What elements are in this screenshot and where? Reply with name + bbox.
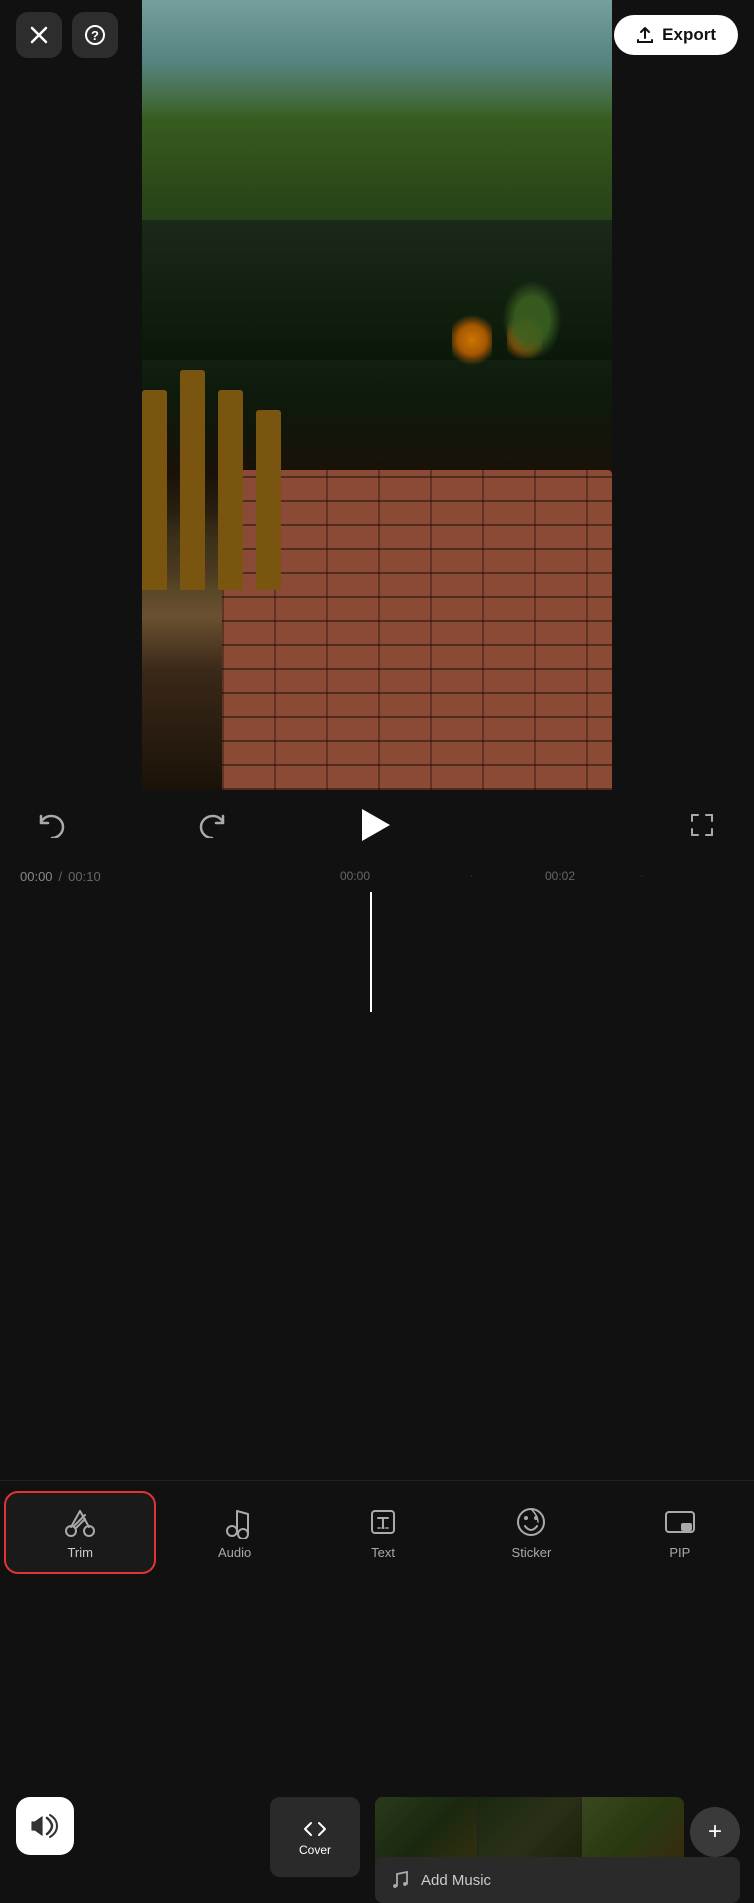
video-preview [142, 0, 612, 790]
help-button[interactable]: ? [72, 12, 118, 58]
add-clip-button[interactable]: + [690, 1807, 740, 1857]
toolbar-item-audio[interactable]: Audio [160, 1493, 308, 1572]
pip-label: PIP [669, 1545, 690, 1560]
current-time: 00:00 [20, 869, 53, 884]
add-clip-icon: + [708, 1818, 722, 1846]
help-icon: ? [85, 25, 105, 45]
lantern-glow [452, 310, 492, 370]
audio-icon [218, 1505, 252, 1539]
total-time: 00:10 [68, 869, 101, 884]
export-icon [636, 26, 654, 44]
toolbar-item-text[interactable]: Text [309, 1493, 457, 1572]
audio-volume-button[interactable] [16, 1797, 74, 1855]
text-icon [366, 1505, 400, 1539]
toolbar-item-pip[interactable]: PIP [606, 1493, 754, 1572]
speaker-icon [30, 1813, 60, 1839]
music-note-icon [389, 1870, 411, 1890]
marker-2: 00:02 [545, 869, 575, 883]
controls-bar [0, 790, 754, 860]
cover-clip[interactable]: Cover [270, 1797, 360, 1877]
fence-post-3 [218, 390, 243, 590]
fence-post-4 [256, 410, 281, 590]
export-button[interactable]: Export [614, 15, 738, 55]
left-panel [0, 0, 142, 800]
top-bar-left: ? [16, 12, 118, 58]
fence-area [142, 310, 307, 590]
marker-0: 00:00 [340, 869, 370, 883]
undo-button[interactable] [30, 803, 74, 847]
fence-post-2 [180, 370, 205, 590]
close-icon [30, 26, 48, 44]
audio-label: Audio [218, 1545, 251, 1560]
sticker-label: Sticker [512, 1545, 552, 1560]
redo-button[interactable] [190, 803, 234, 847]
trim-icon [63, 1505, 97, 1539]
play-icon [362, 809, 390, 841]
dot-2: · [640, 871, 643, 882]
timeline-area: 00:00 / 00:10 00:00 · 00:02 · Cover [0, 860, 754, 1480]
right-panel [612, 0, 754, 800]
fullscreen-icon [688, 811, 716, 839]
play-button[interactable] [349, 800, 399, 850]
cover-arrows-icon [303, 1817, 327, 1839]
video-background [142, 0, 612, 790]
text-label: Text [371, 1545, 395, 1560]
svg-text:?: ? [91, 28, 99, 43]
fullscreen-button[interactable] [680, 803, 724, 847]
track-area: Cover + [0, 892, 754, 1012]
trim-label: Trim [67, 1545, 93, 1560]
playhead [370, 892, 372, 1012]
export-label: Export [662, 25, 716, 45]
close-button[interactable] [16, 12, 62, 58]
sticker-icon [514, 1505, 548, 1539]
undo-icon [37, 812, 67, 838]
time-display-row: 00:00 / 00:10 00:00 · 00:02 · [0, 860, 754, 892]
bottom-toolbar: Trim Audio Text Sticker [0, 1480, 754, 1600]
dot-1: · [470, 871, 473, 882]
cover-label: Cover [299, 1843, 331, 1857]
toolbar-item-trim[interactable]: Trim [4, 1491, 156, 1574]
redo-icon [197, 812, 227, 838]
fence-post-1 [142, 390, 167, 590]
toolbar-item-sticker[interactable]: Sticker [457, 1493, 605, 1572]
add-music-label: Add Music [421, 1872, 491, 1889]
time-separator: / [59, 869, 63, 884]
pip-icon [663, 1505, 697, 1539]
add-music-bar[interactable]: Add Music [375, 1857, 740, 1903]
plant [502, 280, 562, 360]
top-bar: ? Export [0, 0, 754, 70]
